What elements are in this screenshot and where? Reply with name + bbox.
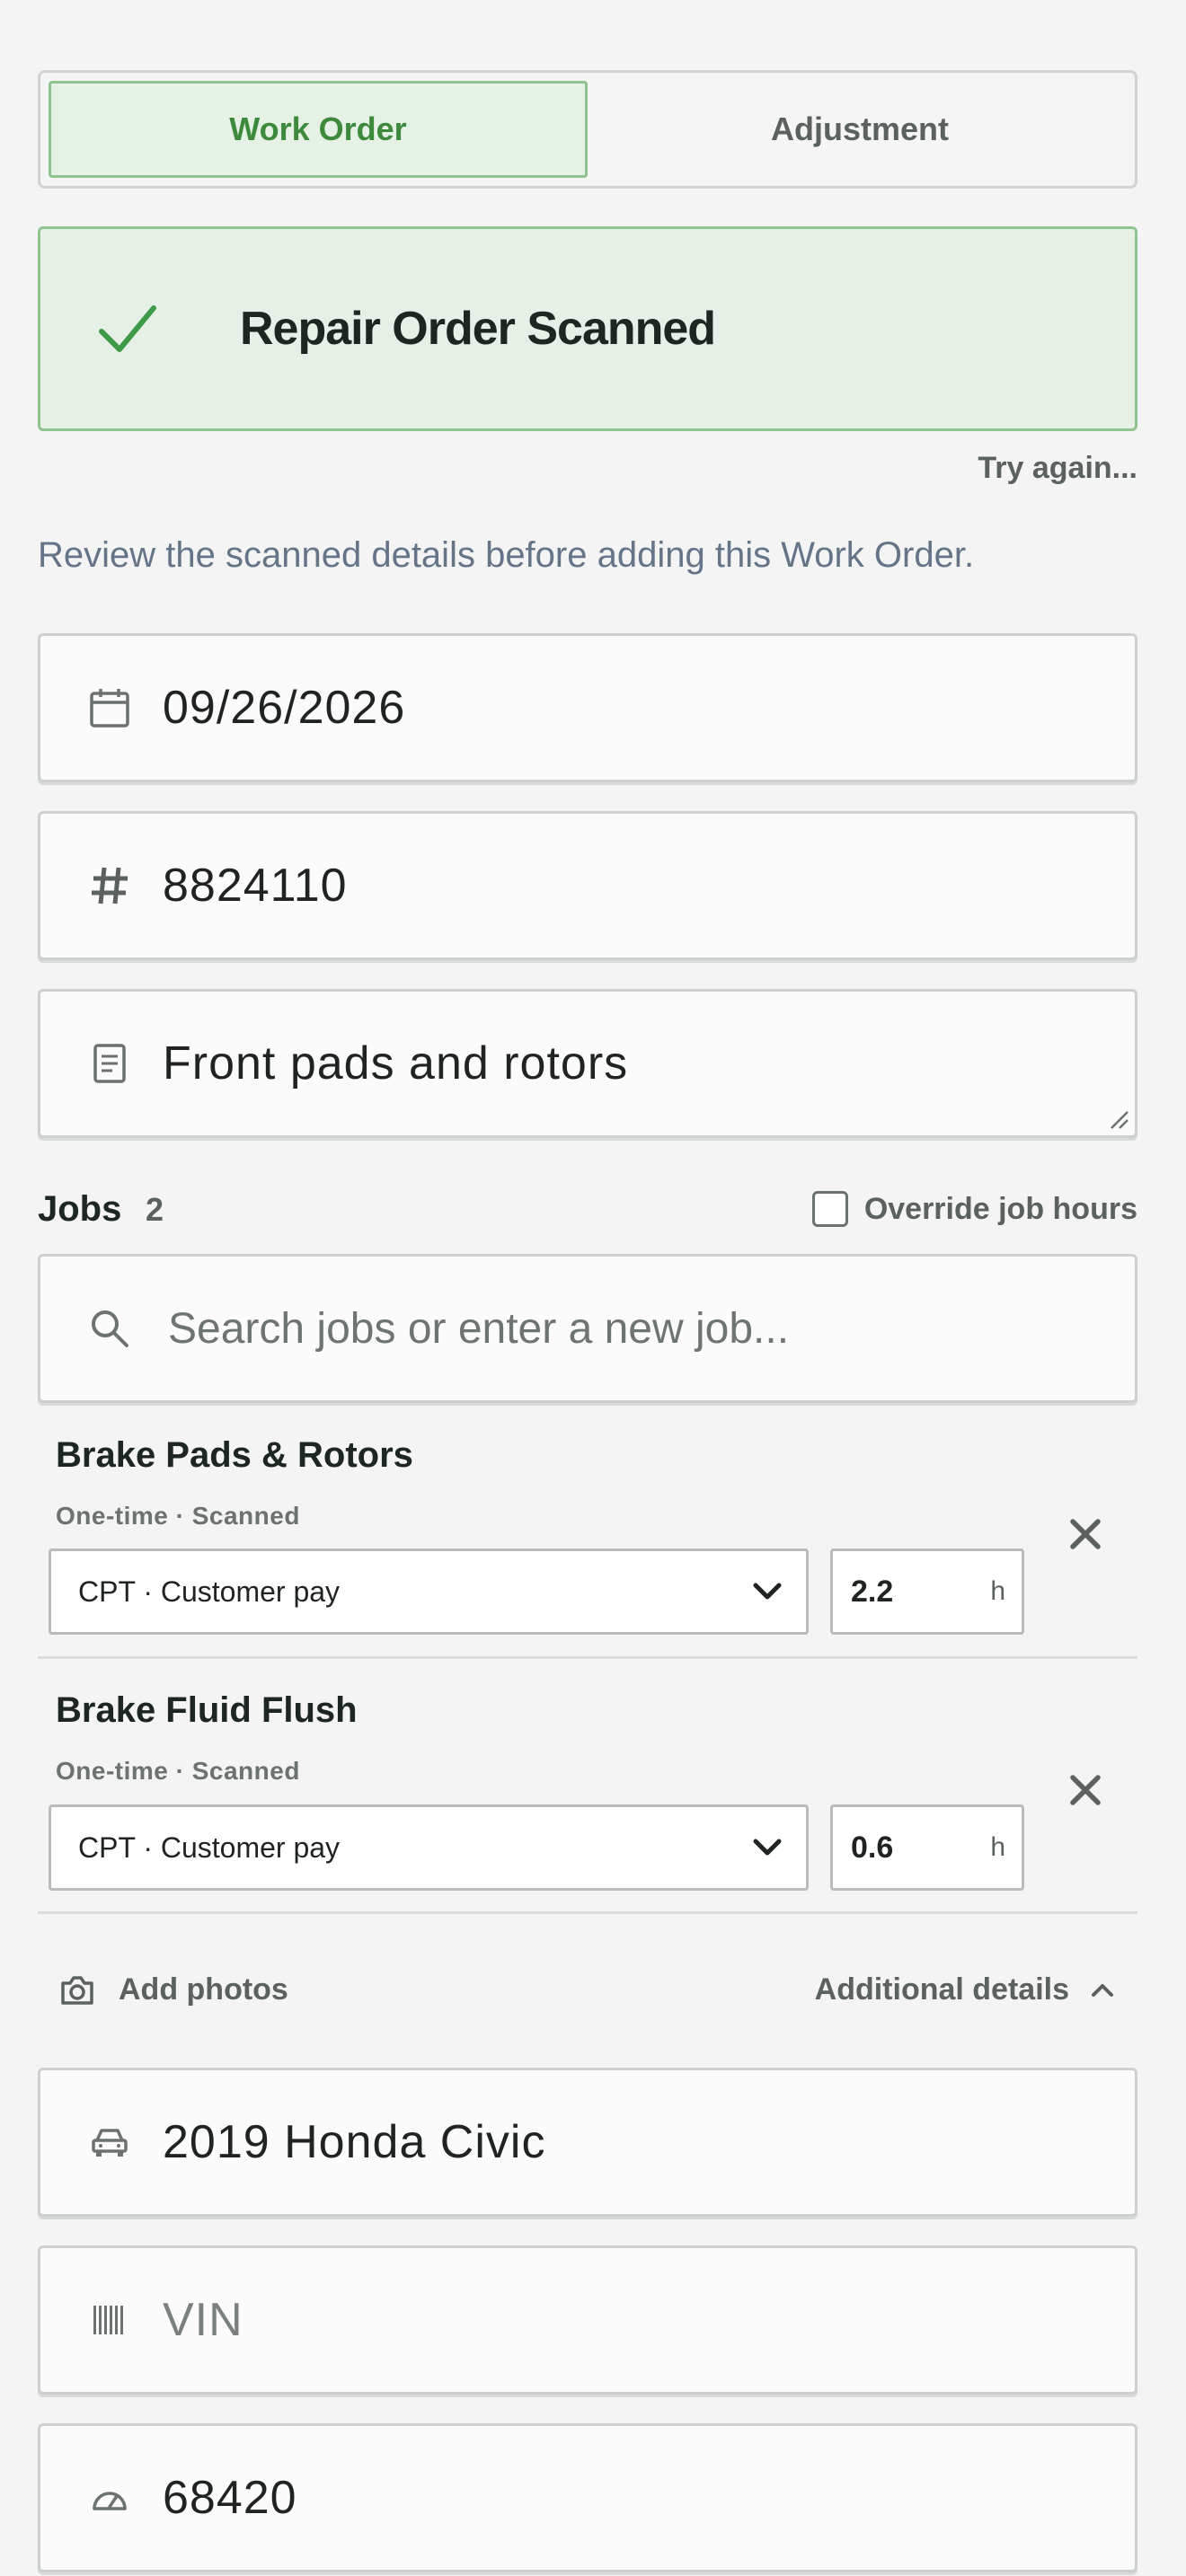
- pay-type-value: CPT · Customer pay: [78, 1831, 341, 1864]
- speedometer-icon: [84, 2472, 136, 2524]
- chevron-down-icon: [753, 1839, 782, 1856]
- search-icon: [92, 1310, 128, 1347]
- try-again-link[interactable]: Try again...: [978, 451, 1137, 486]
- car-icon: [84, 2116, 136, 2168]
- chevron-up-icon: [1092, 1983, 1113, 1997]
- job-hours-value: 2.2: [851, 1574, 894, 1609]
- job-subtitle: One-time · Scanned: [56, 1757, 300, 1785]
- add-photos-button[interactable]: Add photos: [59, 1972, 288, 2007]
- review-instructions: Review the scanned details before adding…: [38, 535, 975, 575]
- calendar-icon: [84, 682, 136, 734]
- override-checkbox[interactable]: [811, 1191, 848, 1227]
- remove-job-icon[interactable]: [1066, 1770, 1105, 1810]
- date-field[interactable]: 09/26/2026: [38, 633, 1137, 782]
- pay-type-select[interactable]: CPT · Customer pay: [49, 1548, 809, 1635]
- description-value: Front pads and rotors: [163, 1037, 629, 1090]
- order-type-toggle: Work Order Adjustment: [38, 70, 1137, 189]
- hash-icon: [84, 860, 136, 912]
- scan-success-banner: Repair Order Scanned: [38, 226, 1137, 431]
- job-divider: [38, 1656, 1137, 1659]
- description-field[interactable]: Front pads and rotors: [38, 989, 1137, 1138]
- tab-work-order[interactable]: Work Order: [49, 81, 588, 178]
- pay-type-select[interactable]: CPT · Customer pay: [49, 1804, 809, 1891]
- date-value: 09/26/2026: [163, 682, 406, 734]
- mileage-field[interactable]: 68420: [38, 2423, 1137, 2572]
- camera-icon: [61, 1975, 93, 2005]
- job-hours-value: 0.6: [851, 1830, 894, 1865]
- vehicle-value: 2019 Honda Civic: [163, 2116, 546, 2168]
- ro-number-value: 8824110: [163, 860, 348, 912]
- job-divider: [38, 1911, 1137, 1914]
- banner-title: Repair Order Scanned: [240, 303, 716, 355]
- resize-handle-icon[interactable]: [1110, 1110, 1129, 1130]
- job-hours-unit: h: [990, 1576, 1005, 1606]
- chevron-down-icon: [753, 1583, 782, 1600]
- vin-placeholder: VIN: [163, 2294, 243, 2346]
- ro-number-field[interactable]: 8824110: [38, 811, 1137, 960]
- remove-job-icon[interactable]: [1066, 1514, 1105, 1554]
- job-title: Brake Pads & Rotors: [56, 1435, 413, 1475]
- jobs-heading: Jobs: [38, 1189, 122, 1229]
- checkmark-icon: [99, 305, 156, 352]
- job-search-input[interactable]: Search jobs or enter a new job...: [38, 1254, 1137, 1403]
- additional-details-toggle[interactable]: Additional details: [815, 1972, 1114, 2007]
- vin-field[interactable]: VIN: [38, 2245, 1137, 2395]
- jobs-count-badge: 2: [146, 1191, 164, 1228]
- additional-details-label: Additional details: [814, 1972, 1069, 2007]
- job-title: Brake Fluid Flush: [56, 1690, 358, 1730]
- barcode-icon: [84, 2294, 136, 2346]
- job-hours-unit: h: [990, 1832, 1005, 1862]
- tab-adjustment[interactable]: Adjustment: [590, 81, 1129, 178]
- document-icon: [84, 1037, 136, 1090]
- add-photos-label: Add photos: [119, 1972, 288, 2007]
- job-hours-input[interactable]: 0.6 h: [830, 1804, 1024, 1891]
- search-placeholder: Search jobs or enter a new job...: [168, 1304, 790, 1353]
- vehicle-field[interactable]: 2019 Honda Civic: [38, 2068, 1137, 2217]
- pay-type-value: CPT · Customer pay: [78, 1575, 341, 1608]
- job-hours-input[interactable]: 2.2 h: [830, 1548, 1024, 1635]
- override-label: Override job hours: [863, 1191, 1137, 1226]
- job-subtitle: One-time · Scanned: [56, 1502, 300, 1530]
- mileage-value: 68420: [163, 2472, 297, 2524]
- override-job-hours[interactable]: Override job hours: [811, 1191, 1137, 1227]
